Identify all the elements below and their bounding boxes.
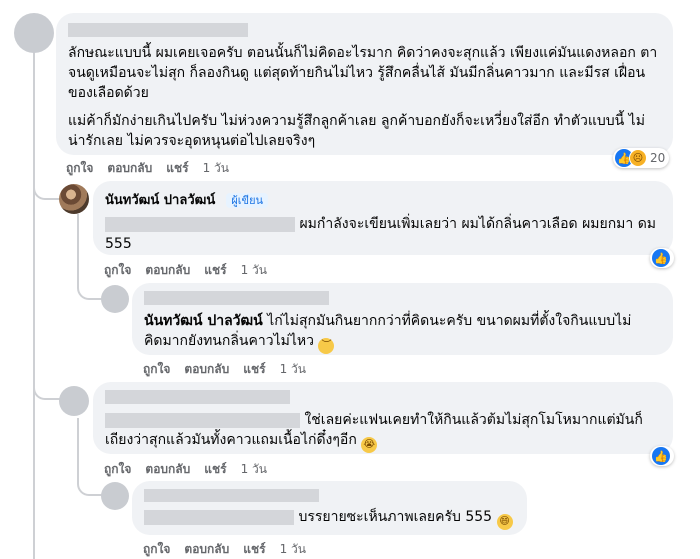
author-name-redacted[interactable]: [144, 291, 329, 305]
share-button[interactable]: แชร์: [243, 360, 265, 379]
comment-text: ใช่เลยค่ะแฟนเคยทำให้กินแล้วต้มไม่สุกโมโห…: [105, 410, 661, 453]
author-name-redacted[interactable]: [68, 23, 248, 37]
share-button[interactable]: แชร์: [166, 159, 188, 178]
comment-actions: ถูกใจ ตอบกลับ แชร์ 1 วัน: [143, 360, 306, 379]
comment-text: แม่ค้าก็มักง่ายเกินไปครับ ไม่ห่วงความรู้…: [68, 113, 645, 149]
timestamp[interactable]: 1 วัน: [280, 540, 306, 559]
author-badge: ผู้เขียน: [226, 193, 269, 208]
comment-actions: ถูกใจ ตอบกลับ แชร์ 1 วัน: [143, 540, 306, 559]
share-button[interactable]: แชร์: [243, 540, 265, 559]
reply-button[interactable]: ตอบกลับ: [145, 261, 190, 280]
reply-button[interactable]: ตอบกลับ: [184, 360, 229, 379]
like-button[interactable]: ถูกใจ: [143, 540, 170, 559]
thread-curve: [33, 372, 61, 400]
author-name[interactable]: นันทวัฒน์ ปาลวัฒน์: [105, 193, 215, 208]
reply-button[interactable]: ตอบกลับ: [145, 460, 190, 479]
comment-body: บรรยายซะเห็นภาพเลยครับ 555: [298, 509, 493, 525]
author-name-redacted[interactable]: [105, 390, 290, 404]
redacted-mention[interactable]: [105, 216, 295, 232]
like-button[interactable]: ถูกใจ: [104, 460, 131, 479]
redacted-mention[interactable]: [144, 509, 294, 525]
comment-text: ผมกำลังจะเขียนเพิ่มเลยว่า ผมได้กลิ่นคาวเ…: [105, 214, 661, 254]
like-icon: 👍: [652, 447, 670, 465]
comment-actions: ถูกใจ ตอบกลับ แชร์ 1 วัน: [66, 159, 229, 178]
timestamp[interactable]: 1 วัน: [280, 360, 306, 379]
timestamp[interactable]: 1 วัน: [203, 159, 229, 178]
reaction-count: 20: [650, 151, 666, 165]
like-button[interactable]: ถูกใจ: [66, 159, 93, 178]
author-name-redacted[interactable]: [144, 489, 319, 502]
avatar[interactable]: [101, 482, 129, 510]
share-button[interactable]: แชร์: [204, 261, 226, 280]
comment-actions: ถูกใจ ตอบกลับ แชร์ 1 วัน: [104, 261, 267, 280]
reply-button[interactable]: ตอบกลับ: [184, 540, 229, 559]
comment-bubble: นันทวัฒน์ ปาลวัฒน์ ไก่ไม่สุกมันกินยากกว่…: [132, 283, 673, 355]
avatar[interactable]: [14, 13, 54, 53]
comment-actions: ถูกใจ ตอบกลับ แชร์ 1 วัน: [104, 460, 267, 479]
grinning-face-icon: 😄: [496, 514, 513, 530]
comment-text: ลักษณะแบบนี้ ผมเคยเจอครับ ตอนนั้นก็ไม่คิ…: [68, 45, 658, 101]
like-button[interactable]: ถูกใจ: [143, 360, 170, 379]
share-button[interactable]: แชร์: [204, 460, 226, 479]
timestamp[interactable]: 1 วัน: [241, 460, 267, 479]
avatar[interactable]: [59, 184, 89, 214]
like-icon: 👍: [652, 249, 670, 267]
thread-line-reply: [77, 214, 79, 270]
avatar[interactable]: [59, 386, 89, 416]
comment-text: นันทวัฒน์ ปาลวัฒน์ ไก่ไม่สุกมันกินยากกว่…: [144, 311, 661, 354]
mention-link[interactable]: นันทวัฒน์ ปาลวัฒน์: [144, 313, 263, 329]
thread-line-reply: [77, 418, 79, 470]
thread-curve: [33, 178, 61, 200]
reaction-summary[interactable]: 👍: [650, 446, 674, 466]
comment-bubble: ใช่เลยค่ะแฟนเคยทำให้กินแล้วต้มไม่สุกโมโห…: [93, 382, 673, 454]
redacted-mention[interactable]: [105, 412, 300, 428]
reaction-summary[interactable]: 👍 ☹ 20: [613, 148, 670, 168]
comment-bubble: บรรยายซะเห็นภาพเลยครับ 555 😄: [132, 481, 527, 535]
comment-bubble: นันทวัฒน์ ปาลวัฒน์ ผู้เขียน ผมกำลังจะเขี…: [93, 181, 673, 255]
comment-text: บรรยายซะเห็นภาพเลยครับ 555 😄: [144, 507, 515, 530]
reply-button[interactable]: ตอบกลับ: [107, 159, 152, 178]
like-button[interactable]: ถูกใจ: [104, 261, 131, 280]
timestamp[interactable]: 1 วัน: [241, 261, 267, 280]
thread-line-main: [33, 50, 35, 559]
sad-icon: ☹: [629, 149, 647, 167]
avatar[interactable]: [101, 285, 129, 313]
crying-face-icon: 😭: [361, 437, 378, 453]
reaction-summary[interactable]: 👍: [650, 248, 674, 268]
downcast-face-icon: ︶: [318, 338, 335, 354]
comment-bubble: ลักษณะแบบนี้ ผมเคยเจอครับ ตอนนั้นก็ไม่คิ…: [56, 13, 673, 155]
